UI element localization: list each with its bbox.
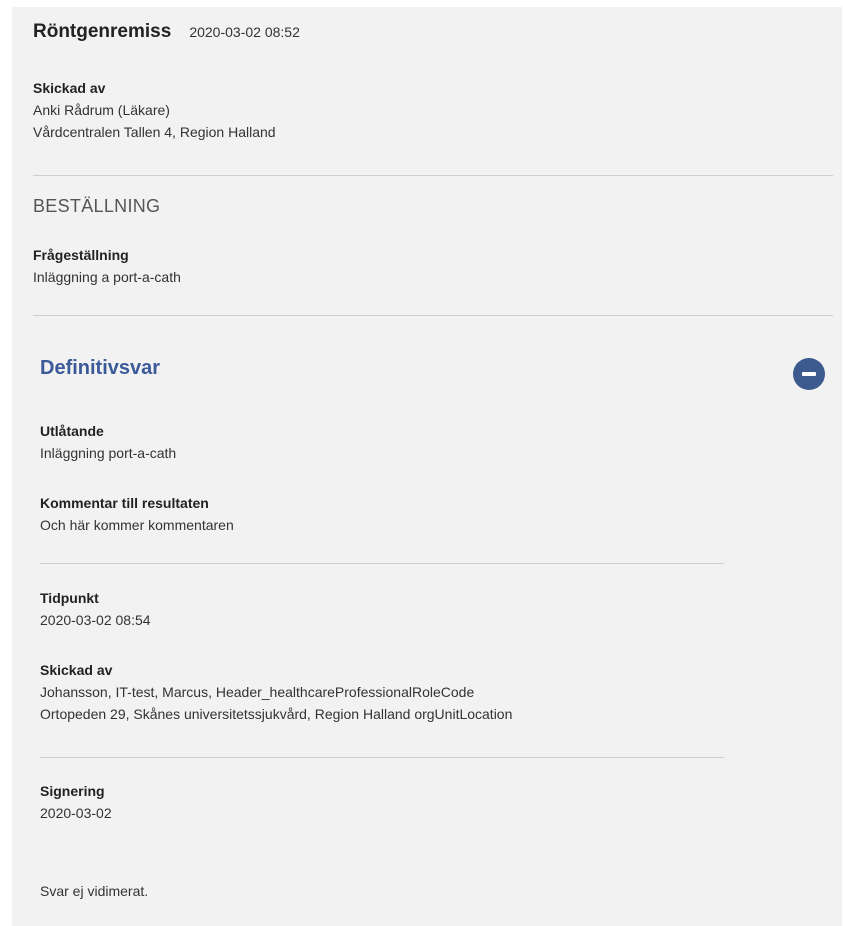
divider [33,175,833,176]
question-value: Inläggning a port-a-cath [33,269,181,285]
sent-by-unit: Ortopeden 29, Skånes universitetssjukvår… [40,706,513,722]
comment-label: Kommentar till resultaten [40,495,209,511]
referral-panel: Röntgenremiss 2020-03-02 08:52 Skickad a… [12,7,842,926]
sender-block: Skickad av Anki Rådrum (Läkare) Vårdcent… [33,77,276,143]
time-label: Tidpunkt [40,590,99,606]
question-block: Frågeställning Inläggning a port-a-cath [33,244,181,288]
statement-value: Inläggning port-a-cath [40,445,177,461]
time-block: Tidpunkt 2020-03-02 08:54 [40,587,151,631]
signing-label: Signering [40,783,105,799]
statement-block: Utlåtande Inläggning port-a-cath [40,420,176,464]
question-label: Frågeställning [33,247,129,263]
minus-circle-icon [802,372,816,376]
signing-block: Signering 2020-03-02 [40,780,112,824]
sent-by-label: Skickad av [40,662,113,678]
page-title: Röntgenremiss [33,21,172,42]
statement-label: Utlåtande [40,423,104,439]
verification-note-block: Svar ej vidimerat. [40,880,148,902]
definitive-answer-title: Definitivsvar [40,357,161,379]
sent-by-name: Johansson, IT-test, Marcus, Header_healt… [40,684,475,700]
comment-value: Och här kommer kommentaren [40,517,234,533]
order-section-title: BESTÄLLNING [33,196,161,216]
referral-datetime: 2020-03-02 08:52 [189,24,300,40]
comment-block: Kommentar till resultaten Och här kommer… [40,492,234,536]
time-value: 2020-03-02 08:54 [40,612,151,628]
referral-header: Röntgenremiss 2020-03-02 08:52 [33,21,300,43]
sender-name: Anki Rådrum (Läkare) [33,102,170,118]
sent-by-block: Skickad av Johansson, IT-test, Marcus, H… [40,659,512,725]
divider [33,315,833,316]
verification-note: Svar ej vidimerat. [40,883,149,899]
sender-unit: Vårdcentralen Tallen 4, Region Halland [33,124,276,140]
sender-label: Skickad av [33,80,106,96]
divider [40,757,724,758]
divider [40,563,724,564]
collapse-button[interactable] [793,358,825,390]
signing-value: 2020-03-02 [40,805,112,821]
